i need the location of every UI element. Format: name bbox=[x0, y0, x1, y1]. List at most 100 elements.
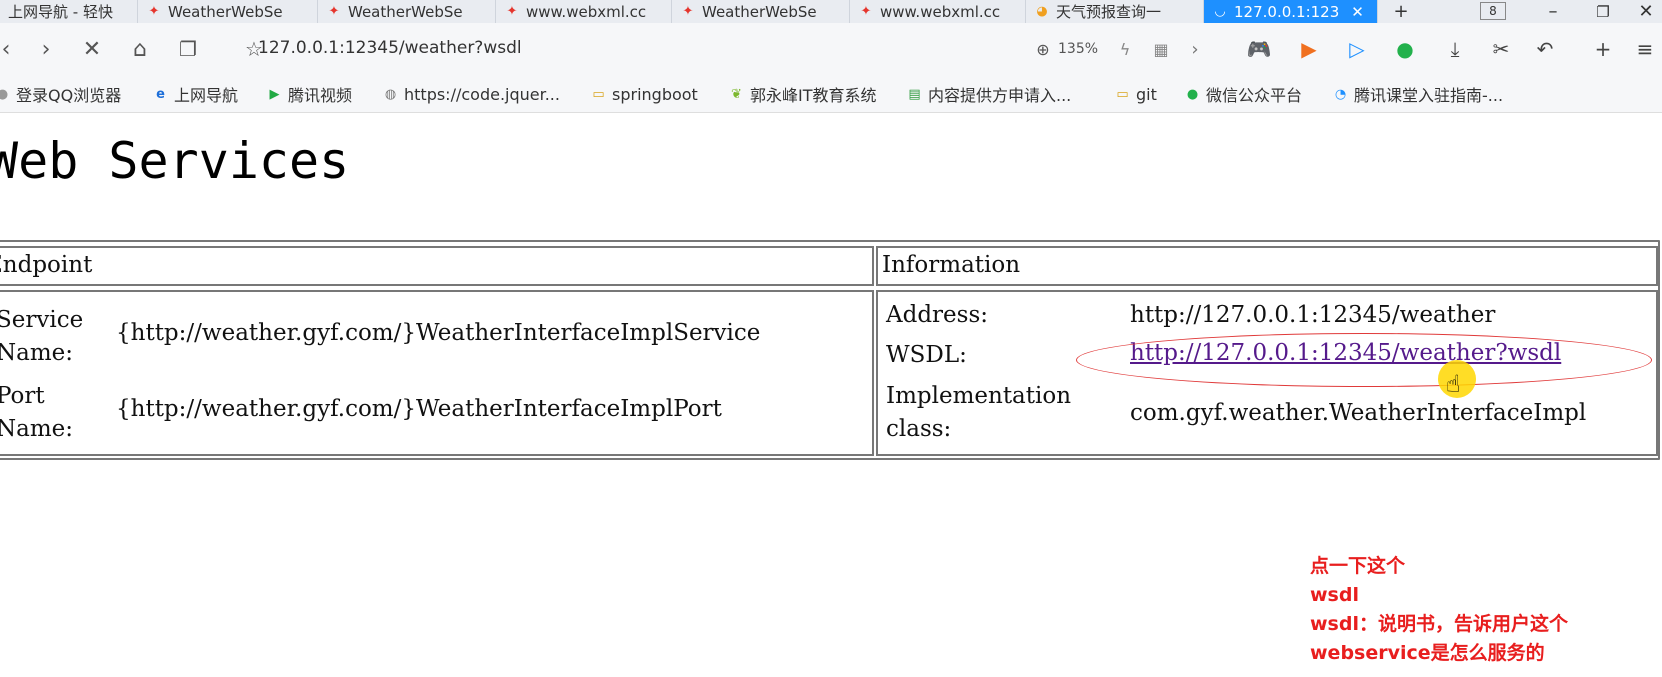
tab-label: 上网导航 - 轻快 bbox=[8, 3, 113, 21]
bookmark-label: 腾讯课堂入驻指南-... bbox=[1354, 86, 1504, 105]
bookmark-git[interactable]: ▭ git bbox=[1114, 83, 1157, 105]
tab-webxml-2[interactable]: ✦ www.webxml.cc bbox=[850, 0, 1026, 23]
tab-weather-forecast[interactable]: ◕ 天气预报查询一 bbox=[1026, 0, 1204, 23]
bookmark-jquery[interactable]: ◍ https://code.jquer... bbox=[382, 83, 560, 105]
tab-localhost-active[interactable]: ◡ 127.0.0.1:123 ✕ bbox=[1204, 0, 1378, 23]
add-icon[interactable]: + bbox=[1590, 36, 1616, 62]
zoom-icon[interactable]: ⊕ bbox=[1030, 36, 1056, 62]
annotation-line: wsdl：说明书，告诉用户这个 bbox=[1310, 613, 1568, 635]
back-icon[interactable]: ‹ bbox=[0, 33, 22, 65]
port-name-label: Port Name: bbox=[0, 383, 74, 442]
stop-icon[interactable]: ✕ bbox=[76, 33, 108, 65]
undo-icon[interactable]: ↶ bbox=[1532, 36, 1558, 62]
tab-label: 127.0.0.1:123 bbox=[1234, 2, 1340, 21]
tab-label: www.webxml.cc bbox=[880, 2, 1001, 21]
bookmark-tencent-video[interactable]: ▶ 腾讯视频 bbox=[266, 83, 353, 105]
webxml-icon: ✦ bbox=[148, 3, 160, 19]
browser-toolbar: ‹ › ✕ ⌂ ❐ ☆ 127.0.0.1:12345/weather?wsdl… bbox=[0, 23, 1662, 75]
tab-label: WeatherWebSe bbox=[168, 2, 283, 21]
annotation-line: wsdl bbox=[1310, 584, 1359, 606]
new-tab-button[interactable]: + bbox=[1386, 0, 1416, 23]
restore-icon[interactable]: ❐ bbox=[1588, 0, 1618, 23]
wsdl-label: WSDL: bbox=[886, 342, 967, 368]
address-bar[interactable]: 127.0.0.1:12345/weather?wsdl bbox=[258, 38, 522, 58]
lightning-icon[interactable]: ϟ bbox=[1112, 36, 1138, 62]
close-icon[interactable]: ✕ bbox=[1351, 3, 1364, 21]
header-cell-endpoint bbox=[0, 246, 874, 286]
webxml-icon: ✦ bbox=[328, 3, 340, 19]
scissors-icon[interactable]: ✂ bbox=[1488, 36, 1514, 62]
implementation-class-label-1: Implementation bbox=[886, 383, 1072, 409]
tab-weatherwebservice-2[interactable]: ✦ WeatherWebSe bbox=[318, 0, 496, 23]
bookmark-label: 上网导航 bbox=[174, 86, 239, 105]
endpoint-cell bbox=[0, 290, 874, 456]
bookmark-label: 微信公众平台 bbox=[1206, 86, 1303, 105]
implementation-class-label-2: class: bbox=[886, 416, 952, 442]
globe-icon: ◍ bbox=[384, 86, 397, 102]
tab-webxml-1[interactable]: ✦ www.webxml.cc bbox=[496, 0, 672, 23]
service-name-label: Service Name: bbox=[0, 307, 84, 366]
tab-label: www.webxml.cc bbox=[526, 2, 647, 21]
bookmark-qq-login[interactable]: ● 登录QQ浏览器 bbox=[0, 83, 121, 105]
qr-icon[interactable]: ▦ bbox=[1148, 36, 1174, 62]
minimize-icon[interactable]: – bbox=[1538, 0, 1568, 23]
header-endpoint: Endpoint bbox=[0, 252, 93, 278]
ie-icon: e bbox=[156, 86, 165, 102]
bookmark-wechat-platform[interactable]: ● 微信公众平台 bbox=[1184, 83, 1302, 105]
play-icon[interactable]: ▷ bbox=[1344, 36, 1370, 62]
header-information: Information bbox=[882, 252, 1021, 278]
address-value: http://127.0.0.1:12345/weather bbox=[1130, 302, 1496, 328]
zoom-level[interactable]: 135% bbox=[1058, 41, 1098, 57]
implementation-class-value: com.gyf.weather.WeatherInterfaceImpl bbox=[1130, 400, 1587, 426]
highlight-ellipse bbox=[1076, 333, 1652, 387]
bookmark-label: git bbox=[1136, 84, 1157, 104]
close-window-icon[interactable]: ✕ bbox=[1632, 0, 1660, 23]
bookmark-label: https://code.jquer... bbox=[404, 84, 560, 104]
qq-icon: ● bbox=[0, 86, 9, 102]
tab-shanghai-nav[interactable]: 上网导航 - 轻快 bbox=[0, 0, 138, 23]
bookmarks-bar: ● 登录QQ浏览器 e 上网导航 ▶ 腾讯视频 ◍ https://code.j… bbox=[0, 75, 1662, 113]
tab-label: WeatherWebSe bbox=[348, 2, 463, 21]
video-camera-icon[interactable]: ▶ bbox=[1296, 36, 1322, 62]
tab-label: WeatherWebSe bbox=[702, 2, 817, 21]
bookmark-label: 登录QQ浏览器 bbox=[16, 86, 122, 105]
bookmark-label: 腾讯视频 bbox=[288, 86, 353, 105]
chevron-right-icon[interactable]: › bbox=[1182, 36, 1208, 62]
service-name-value: {http://weather.gyf.com/}WeatherInterfac… bbox=[116, 320, 761, 346]
loading-icon: ◡ bbox=[1214, 3, 1226, 19]
weather-icon: ◕ bbox=[1036, 3, 1048, 19]
wechat-icon[interactable]: ● bbox=[1392, 36, 1418, 62]
bookmark-content-provider[interactable]: ▤ 内容提供方申请入... bbox=[906, 83, 1071, 105]
doc-icon: ▤ bbox=[908, 86, 921, 102]
tab-label: 天气预报查询一 bbox=[1056, 3, 1162, 21]
webxml-icon: ✦ bbox=[860, 3, 872, 19]
game-icon[interactable]: 🎮 bbox=[1246, 36, 1272, 62]
bookmark-springboot[interactable]: ▭ springboot bbox=[590, 83, 698, 105]
menu-icon[interactable]: ≡ bbox=[1632, 36, 1658, 62]
annotation-note: 点一下这个 wsdl wsdl：说明书，告诉用户这个 webservice是怎么… bbox=[1310, 552, 1568, 668]
port-name-value: {http://weather.gyf.com/}WeatherInterfac… bbox=[116, 396, 722, 422]
forward-icon[interactable]: › bbox=[30, 33, 62, 65]
hand-cursor-icon: ☝ bbox=[1446, 370, 1461, 398]
bookmark-shanghai-nav[interactable]: e 上网导航 bbox=[152, 83, 238, 105]
webxml-icon: ✦ bbox=[506, 3, 518, 19]
annotation-line: 点一下这个 bbox=[1310, 555, 1406, 577]
folder-icon: ▭ bbox=[1116, 86, 1129, 102]
reader-icon[interactable]: ❐ bbox=[172, 33, 204, 65]
bookmark-it-edu[interactable]: ❦ 郭永峰IT教育系统 bbox=[728, 83, 877, 105]
bookmark-tencent-class[interactable]: ◔ 腾讯课堂入驻指南-... bbox=[1332, 83, 1503, 105]
bookmark-label: 郭永峰IT教育系统 bbox=[750, 86, 877, 105]
tencent-class-icon: ◔ bbox=[1334, 86, 1347, 102]
tab-strip: 上网导航 - 轻快 ✦ WeatherWebSe ✦ WeatherWebSe … bbox=[0, 0, 1662, 23]
video-icon: ▶ bbox=[269, 86, 280, 102]
tab-count-badge[interactable]: 8 bbox=[1480, 2, 1506, 20]
download-icon[interactable]: ⤓ bbox=[1442, 36, 1468, 62]
bookmark-label: springboot bbox=[612, 84, 698, 104]
annotation-line: webservice是怎么服务的 bbox=[1310, 642, 1545, 664]
tab-weatherwebservice-1[interactable]: ✦ WeatherWebSe bbox=[138, 0, 318, 23]
tab-weatherwebservice-3[interactable]: ✦ WeatherWebSe bbox=[672, 0, 850, 23]
home-icon[interactable]: ⌂ bbox=[124, 33, 156, 65]
folder-icon: ▭ bbox=[592, 86, 605, 102]
bookmark-label: 内容提供方申请入... bbox=[928, 86, 1072, 105]
leaf-icon: ❦ bbox=[731, 86, 742, 102]
